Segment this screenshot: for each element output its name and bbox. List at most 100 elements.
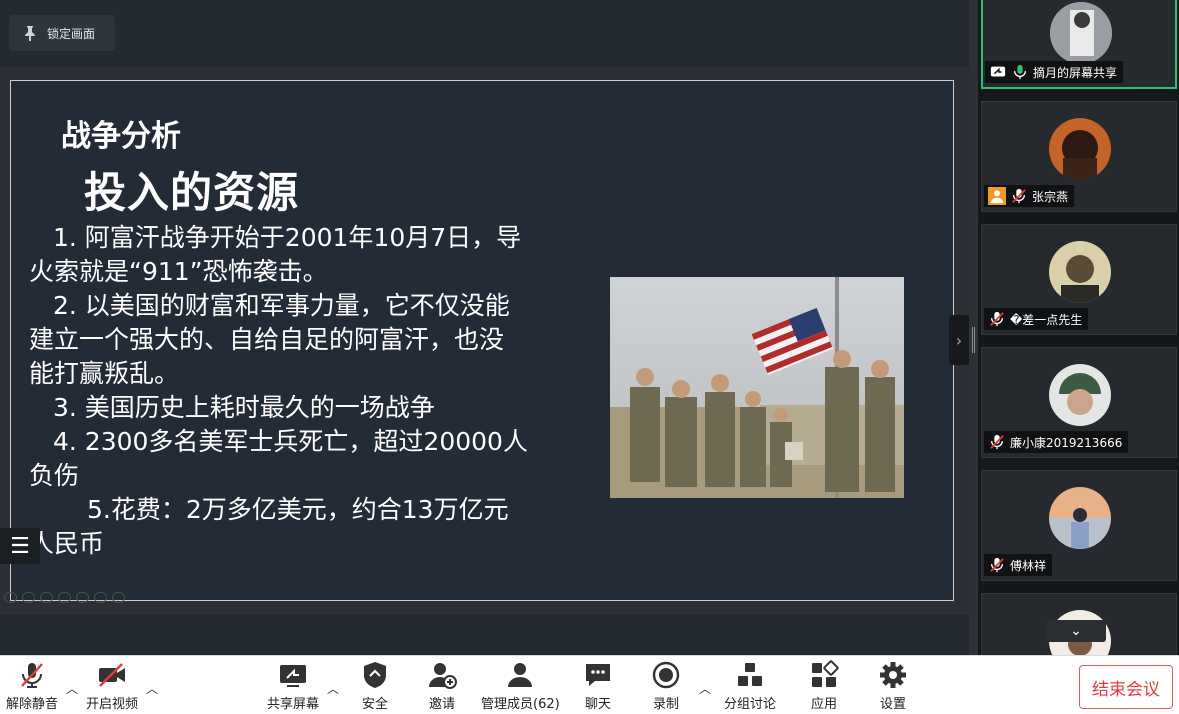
end-meeting-button[interactable]: 结束会议 bbox=[1079, 665, 1173, 709]
unmute-label: 解除静音 bbox=[6, 697, 59, 712]
avatar bbox=[1050, 2, 1112, 64]
expand-panel-button[interactable]: › bbox=[949, 315, 969, 365]
slide-outline-button[interactable]: ☰ bbox=[0, 528, 40, 564]
slide-line: 能打赢叛乱。 bbox=[29, 359, 180, 388]
meeting-toolbar: 解除静音 ︿ 开启视频 ︿ 共享屏幕 ︿ 安全 邀请 管理成员(62) 聊天 录… bbox=[0, 655, 1179, 714]
manage-members-button[interactable]: 管理成员(62) bbox=[481, 660, 560, 712]
slide-tools bbox=[4, 592, 125, 603]
shield-icon bbox=[364, 662, 386, 688]
record-icon bbox=[652, 661, 680, 689]
mic-muted-icon bbox=[21, 663, 43, 688]
participant-nametag: 摘月的屏幕共享 bbox=[985, 61, 1124, 83]
share-screen-label: 共享屏幕 bbox=[267, 697, 320, 712]
slide-line: 2. 以美国的财富和军事力量，它不仅没能 bbox=[53, 291, 510, 320]
share-screen-icon bbox=[280, 665, 306, 687]
start-video-label: 开启视频 bbox=[86, 697, 139, 712]
security-button[interactable]: 安全 bbox=[360, 660, 390, 712]
participant-tile[interactable]: 廉小康2019213666 bbox=[981, 347, 1177, 458]
invite-label: 邀请 bbox=[428, 697, 455, 712]
participant-tile[interactable]: 摘月的屏幕共享 bbox=[981, 0, 1177, 89]
screen-share-icon bbox=[989, 63, 1007, 81]
chat-icon bbox=[586, 664, 610, 686]
add-user-icon bbox=[429, 663, 457, 689]
tool-icon[interactable] bbox=[76, 592, 89, 603]
presentation-slide: 战争分析 投入的资源 1. 阿富汗战争开始于2001年10月7日，导 火索就是“… bbox=[10, 80, 954, 601]
shared-screen-stage: 锁定画面 战争分析 投入的资源 1. 阿富汗战争开始于2001年10月7日，导 … bbox=[0, 0, 969, 655]
grip-icon bbox=[972, 327, 975, 353]
slide-body: 1. 阿富汗战争开始于2001年10月7日，导 火索就是“911”恐怖袭击。 2… bbox=[29, 221, 579, 561]
settings-label: 设置 bbox=[879, 697, 906, 712]
unmute-button[interactable]: 解除静音 bbox=[6, 660, 58, 712]
chevron-up-icon[interactable]: ︿ bbox=[699, 680, 711, 697]
slide-line: 建立一个强大的、自给自足的阿富汗，也没 bbox=[29, 325, 505, 354]
manage-members-label: 管理成员(62) bbox=[481, 697, 560, 712]
participant-nametag: 张宗燕 bbox=[984, 185, 1075, 207]
lock-view-label: 锁定画面 bbox=[47, 26, 96, 41]
chevron-up-icon[interactable]: ︿ bbox=[66, 680, 78, 697]
apps-button[interactable]: 应用 bbox=[809, 660, 839, 712]
meeting-window: 锁定画面 战争分析 投入的资源 1. 阿富汗战争开始于2001年10月7日，导 … bbox=[0, 0, 1179, 714]
participant-tile[interactable]: 张宗燕 bbox=[981, 101, 1177, 212]
camera-off-icon bbox=[99, 663, 125, 687]
slide-line: 负伤 bbox=[29, 461, 80, 490]
list-icon: ☰ bbox=[10, 533, 30, 559]
tool-icon[interactable] bbox=[94, 592, 107, 603]
participant-name: 傅林祥 bbox=[1010, 558, 1047, 573]
pin-icon bbox=[25, 26, 35, 41]
breakout-button[interactable]: 分组讨论 bbox=[724, 660, 776, 712]
apps-label: 应用 bbox=[810, 697, 837, 712]
tool-icon[interactable] bbox=[40, 592, 53, 603]
participant-nametag: �差一点先生 bbox=[984, 308, 1089, 330]
participant-nametag: 傅林祥 bbox=[984, 554, 1053, 576]
avatar bbox=[1049, 241, 1111, 303]
avatar bbox=[1049, 487, 1111, 549]
mic-on-icon bbox=[1011, 63, 1029, 81]
chevron-right-icon: › bbox=[955, 330, 963, 350]
members-icon bbox=[508, 663, 533, 687]
settings-button[interactable]: 设置 bbox=[878, 660, 908, 712]
tool-icon[interactable] bbox=[4, 592, 17, 603]
slide-line: 4. 2300多名美军士兵死亡，超过20000人 bbox=[53, 427, 528, 456]
security-label: 安全 bbox=[361, 697, 388, 712]
participant-nametag: 廉小康2019213666 bbox=[984, 431, 1129, 453]
tool-icon[interactable] bbox=[112, 592, 125, 603]
slide-line: 人民币 bbox=[29, 529, 105, 558]
lock-view-button[interactable]: 锁定画面 bbox=[9, 15, 115, 51]
invite-button[interactable]: 邀请 bbox=[427, 660, 457, 712]
mic-muted-icon bbox=[988, 556, 1006, 574]
participant-name: �差一点先生 bbox=[1010, 312, 1083, 327]
chevron-up-icon[interactable]: ︿ bbox=[146, 680, 158, 697]
breakout-icon bbox=[738, 663, 762, 686]
participant-name: 张宗燕 bbox=[1032, 189, 1069, 204]
breakout-label: 分组讨论 bbox=[724, 697, 777, 712]
panel-splitter[interactable] bbox=[969, 0, 978, 655]
chat-button[interactable]: 聊天 bbox=[583, 660, 613, 712]
mic-muted-icon bbox=[988, 310, 1006, 328]
slide-heading: 战争分析 bbox=[61, 119, 181, 154]
slide-line: 5.花费：2万多亿美元，约合13万亿元 bbox=[87, 495, 509, 524]
chevron-down-icon: ⌄ bbox=[1070, 623, 1082, 639]
participant-tile[interactable]: 傅林祥 bbox=[981, 470, 1177, 581]
gear-icon bbox=[880, 662, 906, 688]
chat-label: 聊天 bbox=[584, 697, 611, 712]
chevron-up-icon[interactable]: ︿ bbox=[327, 680, 339, 697]
avatar bbox=[1049, 118, 1111, 180]
participant-name: 廉小康2019213666 bbox=[1010, 435, 1123, 450]
participant-name: 摘月的屏幕共享 bbox=[1033, 65, 1118, 80]
start-video-button[interactable]: 开启视频 bbox=[86, 660, 138, 712]
user-icon bbox=[988, 187, 1006, 205]
slide-line: 火索就是“911”恐怖袭击。 bbox=[29, 257, 328, 286]
tool-icon[interactable] bbox=[22, 592, 35, 603]
slide-title: 投入的资源 bbox=[84, 168, 300, 217]
share-screen-button[interactable]: 共享屏幕 bbox=[267, 660, 319, 712]
record-button[interactable]: 录制 bbox=[651, 660, 681, 712]
apps-icon bbox=[812, 660, 839, 687]
participant-tile[interactable]: �差一点先生 bbox=[981, 224, 1177, 335]
slide-line: 3. 美国历史上耗时最久的一场战争 bbox=[53, 393, 435, 422]
tool-icon[interactable] bbox=[58, 592, 71, 603]
scroll-down-button[interactable]: ⌄ bbox=[1046, 620, 1106, 642]
participants-panel: 摘月的屏幕共享 张宗燕 �差一点先生 廉小康2019213666 傅林祥 ⌄ bbox=[978, 0, 1179, 655]
mic-muted-icon bbox=[988, 433, 1006, 451]
avatar bbox=[1049, 364, 1111, 426]
record-label: 录制 bbox=[652, 697, 679, 712]
